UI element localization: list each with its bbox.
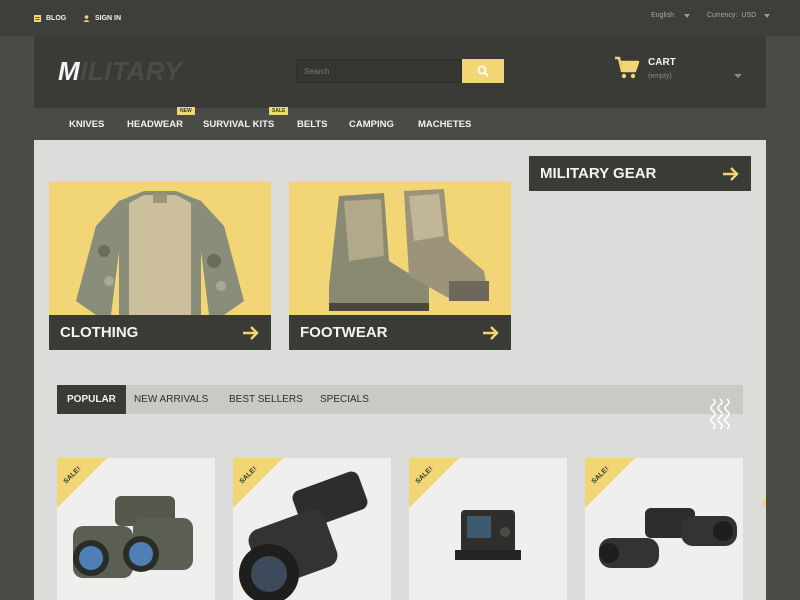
nav-item-machetes[interactable]: MACHETES: [418, 119, 471, 130]
night-vision-image: [239, 471, 368, 600]
military-gear-button[interactable]: MILITARY GEAR: [529, 156, 751, 191]
language-selector[interactable]: English: [651, 12, 690, 19]
chevron-down-icon[interactable]: [734, 74, 742, 78]
product-tabs: POPULAR NEW ARRIVALS BEST SELLERS SPECIA…: [57, 385, 743, 414]
arrow-right-icon: [483, 325, 499, 340]
red-dot-sight-image: [455, 510, 521, 560]
logo-rest: ILITARY: [80, 56, 183, 86]
product-card[interactable]: SALE!: [233, 458, 391, 600]
cart-status: (empty): [648, 73, 672, 80]
currency-selector[interactable]: Currency: USD: [707, 12, 771, 19]
sale-badge: SALE: [269, 107, 289, 115]
tab-specials[interactable]: SPECIALS: [310, 385, 379, 414]
accent-strip: [763, 498, 766, 506]
loading-icon: [710, 398, 730, 430]
logo-initial: M: [58, 56, 81, 86]
product-card[interactable]: SALE!: [585, 458, 743, 600]
category-title: CLOTHING: [60, 324, 139, 341]
category-label: FOOTWEAR: [289, 315, 511, 350]
top-bar: BLOG SIGN IN English Currency: USD: [0, 0, 800, 36]
binoculars-image: [73, 496, 193, 578]
nav-item-survival-kits[interactable]: SURVIVAL KITS SALE: [203, 107, 289, 130]
search-button[interactable]: [462, 59, 504, 83]
chevron-down-icon: [764, 13, 771, 18]
site-logo[interactable]: MILITARY: [58, 56, 182, 87]
nav-label: HEADWEAR: [127, 119, 183, 130]
currency-label: Currency:: [707, 12, 738, 19]
goggles-image: [599, 508, 737, 568]
blog-icon: [34, 14, 41, 22]
site-header: MILITARY CART (empty): [34, 36, 766, 108]
arrow-right-icon: [723, 166, 739, 181]
gear-button-label: MILITARY GEAR: [540, 165, 657, 182]
category-label: CLOTHING: [49, 315, 271, 350]
category-card-clothing[interactable]: CLOTHING: [49, 181, 271, 350]
tab-best-sellers[interactable]: BEST SELLERS: [219, 385, 313, 414]
cart-title[interactable]: CART: [648, 57, 676, 68]
search-input[interactable]: [296, 59, 462, 83]
arrow-right-icon: [243, 325, 259, 340]
nav-label: KNIVES: [69, 119, 105, 130]
nav-item-belts[interactable]: BELTS: [297, 119, 327, 130]
product-card[interactable]: SALE!: [57, 458, 215, 600]
chevron-down-icon: [683, 13, 690, 18]
boots-image: [329, 189, 489, 311]
currency-value: USD: [741, 12, 757, 19]
nav-item-camping[interactable]: CAMPING: [349, 119, 394, 130]
language-value: English: [651, 12, 674, 19]
sign-in-link[interactable]: SIGN IN: [83, 13, 121, 23]
category-card-footwear[interactable]: FOOTWEAR: [289, 181, 511, 350]
jacket-image: [76, 191, 244, 315]
blog-link[interactable]: BLOG: [34, 13, 66, 23]
nav-item-headwear[interactable]: HEADWEAR NEW: [127, 107, 195, 130]
cart-icon[interactable]: [614, 56, 640, 80]
blog-label: BLOG: [46, 14, 67, 22]
nav-label: CAMPING: [349, 119, 394, 130]
tab-new-arrivals[interactable]: NEW ARRIVALS: [124, 385, 218, 414]
search-icon: [477, 65, 489, 77]
tab-popular[interactable]: POPULAR: [57, 385, 126, 414]
category-title: FOOTWEAR: [300, 324, 388, 341]
nav-label: BELTS: [297, 119, 328, 130]
main-nav: KNIVES HEADWEAR NEW SURVIVAL KITS SALE B…: [34, 107, 766, 140]
product-card[interactable]: SALE!: [409, 458, 567, 600]
nav-label: MACHETES: [418, 119, 472, 130]
new-badge: NEW: [177, 107, 195, 115]
nav-item-knives[interactable]: KNIVES: [69, 119, 104, 130]
nav-label: SURVIVAL KITS: [203, 119, 275, 130]
sign-in-label: SIGN IN: [95, 14, 122, 22]
main-content: CLOTHING FOOTWEAR MILITARY GEAR POPULAR …: [34, 140, 766, 600]
user-icon: [83, 14, 90, 22]
